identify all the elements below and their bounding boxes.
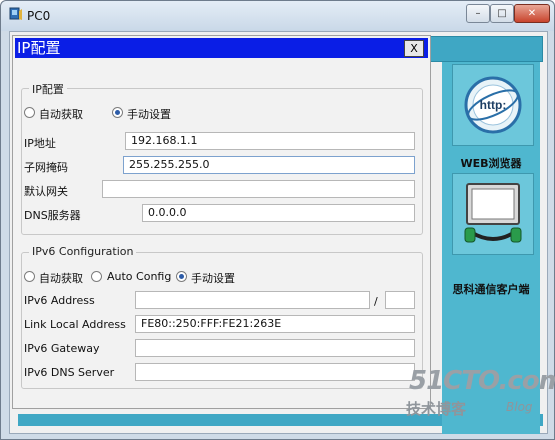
prefix-separator: / — [374, 295, 378, 308]
ipv4-group: IP配置 自动获取 手动设置 IP地址 192.168.1.1 子网掩码 255… — [21, 81, 423, 235]
ipv6-autoconfig-label[interactable]: Auto Config — [107, 270, 171, 283]
web-browser-icon-text: http: — [480, 98, 507, 112]
window-titlebar[interactable]: PC0 – □ ✕ — [1, 1, 554, 31]
ipv6-address-field[interactable] — [135, 291, 370, 309]
ipv6-prefix-field[interactable] — [385, 291, 415, 309]
ipv6-autoconfig-radio[interactable] — [91, 271, 102, 282]
minimize-button[interactable]: – — [466, 4, 490, 23]
ipv6-manual-radio[interactable] — [176, 271, 187, 282]
ipv6-address-label: IPv6 Address — [24, 294, 95, 307]
watermark-blog: Blog — [506, 400, 533, 414]
watermark-blog-cn: 技术博客 — [406, 400, 467, 418]
ip-address-field[interactable]: 192.168.1.1 — [125, 132, 415, 150]
cisco-client-tile[interactable] — [452, 173, 534, 255]
subnet-mask-label: 子网掩码 — [24, 161, 68, 174]
ipv6-manual-label[interactable]: 手动设置 — [191, 270, 235, 286]
ipv4-auto-label[interactable]: 自动获取 — [39, 106, 83, 122]
window-close-button[interactable]: ✕ — [514, 4, 550, 23]
ipv6-group: IPv6 Configuration 自动获取 Auto Config 手动设置… — [21, 245, 423, 389]
ipv4-auto-radio[interactable] — [24, 107, 35, 118]
maximize-button[interactable]: □ — [490, 4, 514, 23]
link-local-field[interactable]: FE80::250:FFF:FE21:263E — [135, 315, 415, 333]
web-browser-label[interactable]: WEB浏览器 — [442, 155, 540, 171]
ip-address-label: IP地址 — [24, 137, 56, 150]
subnet-mask-field[interactable]: 255.255.255.0 — [123, 156, 415, 174]
window-title: PC0 — [27, 9, 51, 23]
pc-window: PC0 – □ ✕ http: WEB浏览器 思科通信客户端 IP配置 X IP… — [0, 0, 555, 440]
dns-server-field[interactable]: 0.0.0.0 — [142, 204, 415, 222]
default-gateway-field[interactable] — [102, 180, 415, 198]
ipv6-gateway-label: IPv6 Gateway — [24, 342, 100, 355]
ipv6-auto-label[interactable]: 自动获取 — [39, 270, 83, 286]
default-gateway-label: 默认网关 — [24, 185, 68, 198]
dialog-title: IP配置 — [17, 39, 61, 57]
ipv6-dns-label: IPv6 DNS Server — [24, 366, 115, 379]
ipv6-auto-radio[interactable] — [24, 271, 35, 282]
ipv4-manual-label[interactable]: 手动设置 — [127, 106, 171, 122]
dialog-close-button[interactable]: X — [404, 40, 424, 57]
web-browser-icon: http: — [464, 76, 522, 134]
ipv6-gateway-field[interactable] — [135, 339, 415, 357]
cisco-ip-communicator-icon — [464, 183, 522, 243]
ip-config-dialog: IP配置 X IP配置 自动获取 手动设置 IP地址 192.168.1.1 子… — [12, 35, 431, 409]
pc-app-icon — [9, 7, 22, 20]
link-local-label: Link Local Address — [24, 318, 126, 331]
dns-server-label: DNS服务器 — [24, 209, 81, 222]
watermark-site: 51CTO.com — [409, 366, 555, 396]
ipv6-dns-field[interactable] — [135, 363, 415, 381]
web-browser-tile[interactable]: http: — [452, 64, 534, 146]
ipv4-group-label: IP配置 — [29, 81, 67, 97]
ipv6-group-label: IPv6 Configuration — [29, 245, 137, 258]
cisco-client-label[interactable]: 思科通信客户端 — [442, 281, 540, 297]
dialog-title-bar: IP配置 X — [15, 38, 428, 58]
ipv4-manual-radio[interactable] — [112, 107, 123, 118]
watermark: 51CTO.com 技术博客 Blog — [406, 366, 555, 426]
